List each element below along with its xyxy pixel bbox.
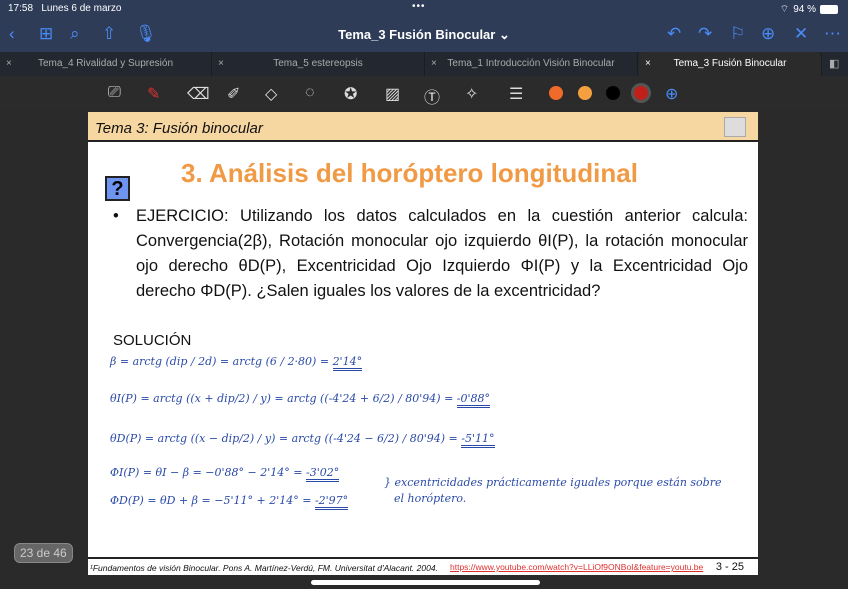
undo-icon[interactable]: ↶ — [667, 24, 681, 44]
handwriting-note-2: el horóptero. — [394, 492, 467, 505]
handwriting-beta: β = arctg (dip / 2d) = arctg (6 / 2·80) … — [110, 355, 363, 371]
home-indicator[interactable] — [311, 580, 540, 585]
sticker-icon[interactable]: ✪ — [344, 84, 357, 104]
laser-pointer-icon[interactable]: ✧ — [465, 84, 478, 104]
slide-page-number: 3 - 25 — [715, 561, 744, 573]
lasso-icon[interactable]: ◌ — [305, 84, 315, 102]
slide-header: Tema 3: Fusión binocular — [88, 112, 758, 142]
handwriting-note-1: } excentricidades prácticamente iguales … — [384, 476, 722, 489]
close-icon[interactable]: ✕ — [794, 24, 808, 44]
more-icon[interactable]: ⋯ — [824, 24, 841, 44]
color-orange[interactable] — [549, 86, 563, 100]
shapes-icon[interactable]: ◇ — [265, 84, 277, 104]
tab-tema3[interactable]: × Tema_3 Fusión Binocular — [639, 52, 822, 76]
color-red-selected[interactable] — [634, 86, 648, 100]
highlighter-icon[interactable]: ✐ — [227, 84, 240, 104]
eraser-icon[interactable]: ⌫ — [187, 84, 210, 104]
document-title[interactable]: Tema_3 Fusión Binocular ⌄ — [0, 27, 848, 43]
tab-tema4[interactable]: × Tema_4 Rivalidad y Supresión — [0, 52, 212, 76]
page-counter: 23 de 46 — [14, 543, 73, 563]
redo-icon[interactable]: ↷ — [698, 24, 712, 44]
slide-footer: ¹Fundamentos de visión Binocular. Pons A… — [88, 557, 758, 575]
pen-icon[interactable]: ✎ — [147, 84, 160, 104]
bookmark-icon[interactable]: ⚐ — [730, 24, 745, 44]
solution-label: SOLUCIÓN — [113, 332, 192, 349]
handwriting-theta-i: θI(P) = arctg ((x + dip/2) / y) = arctg … — [110, 392, 491, 408]
tab-tema5[interactable]: × Tema_5 estereopsis — [212, 52, 425, 76]
slide-title: 3. Análisis del horóptero longitudinal — [181, 158, 638, 188]
color-light-orange[interactable] — [578, 86, 592, 100]
add-page-icon[interactable]: ⊕ — [761, 24, 775, 44]
navigation-bar: ‹ ⊞ ⌕ ⇧ 🎙 Tema_3 Fusión Binocular ⌄ ↶ ↷ … — [0, 18, 848, 52]
tab-bar: × Tema_4 Rivalidad y Supresión × Tema_5 es… — [0, 52, 848, 76]
handwriting-phi-d: ΦD(P) = θD + β = −5'11° + 2'14° = -2'97° — [110, 494, 349, 510]
text-icon[interactable]: Ⓣ — [424, 84, 440, 108]
drawing-toolbar: ⎚ ✎ ⌫ ✐ ◇ ◌ ✪ ▨ Ⓣ ✧ ☰ ⊕ — [0, 76, 848, 110]
split-view-icon[interactable]: ◧ — [829, 57, 839, 70]
battery-icon — [820, 5, 838, 14]
university-logo — [724, 117, 746, 137]
add-color-icon[interactable]: ⊕ — [665, 84, 678, 104]
wifi-icon: ⌔ — [779, 4, 790, 15]
color-black[interactable] — [606, 86, 620, 100]
multitask-dots[interactable]: ••• — [412, 1, 426, 12]
status-time: 17:58 Lunes 6 de marzo — [8, 3, 122, 14]
slide-page: Tema 3: Fusión binocular ? 3. Análisis d… — [88, 112, 758, 575]
tab-tema1[interactable]: × Tema_1 Introducción Visión Binocular — [425, 52, 638, 76]
stroke-width-icon[interactable]: ☰ — [509, 84, 523, 104]
handwriting-theta-d: θD(P) = arctg ((x − dip/2) / y) = arctg … — [110, 432, 495, 448]
exercise-bullet: • EJERCICIO: Utilizando los datos calcula… — [113, 207, 748, 300]
youtube-link[interactable]: https://www.youtube.com/watch?v=LLiOf9ON… — [450, 562, 703, 572]
status-bar: 17:58 Lunes 6 de marzo ••• ⌔ 94 % — [0, 0, 848, 18]
image-icon[interactable]: ▨ — [385, 84, 400, 104]
help-icon[interactable]: ? — [105, 176, 130, 201]
read-mode-icon[interactable]: ⎚ — [108, 84, 121, 102]
handwriting-phi-i: ΦI(P) = θI − β = −0'88° − 2'14° = -3'02° — [110, 466, 340, 482]
battery-status: ⌔ 94 % — [780, 3, 838, 16]
